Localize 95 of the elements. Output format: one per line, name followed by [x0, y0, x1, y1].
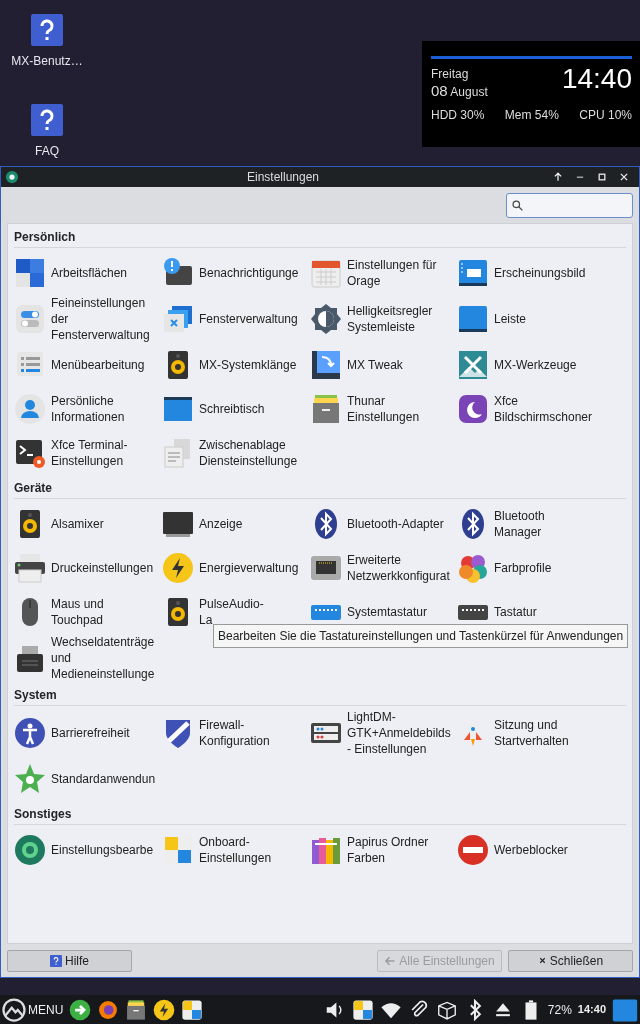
settings-item[interactable]: Papirus Ordner Farben: [310, 828, 457, 872]
settings-item[interactable]: Energieverwaltung: [162, 546, 310, 590]
settings-item[interactable]: Schreibtisch: [162, 387, 310, 431]
date-text: 08: [431, 82, 448, 99]
clock-text: 14:40: [561, 65, 632, 93]
workspace-icon: [14, 257, 46, 289]
mountain-logo-icon[interactable]: [2, 997, 26, 1022]
settings-item[interactable]: Druckeinstellungen: [14, 546, 162, 590]
settings-item[interactable]: Menübearbeitung: [14, 343, 162, 387]
settings-item[interactable]: Leiste: [457, 295, 604, 343]
help-icon: [50, 954, 62, 967]
clock-text[interactable]: 14:40: [577, 1001, 606, 1018]
settings-item[interactable]: Maus und Touchpad: [14, 590, 162, 634]
settings-item[interactable]: Onboard- Einstellungen: [162, 828, 310, 872]
workspace-icon[interactable]: [612, 996, 638, 1023]
settings-item[interactable]: LightDM- GTK+Anmeldebilds - Einstellungen: [310, 709, 457, 757]
settings-item[interactable]: Wechseldatenträge und Medieneinstellunge: [14, 634, 162, 682]
tooltip: Bearbeiten Sie die Tastatureinstellungen und Tastenkürzel für Anwendungen: [213, 624, 629, 648]
terminal-icon: [14, 437, 46, 469]
color-petals-icon: [457, 552, 489, 584]
close-button[interactable]: Schließen: [508, 949, 633, 972]
settings-item[interactable]: Feineinstellungen der Fensterverwaltung: [14, 295, 162, 343]
window-title: Einstellungen: [245, 169, 321, 186]
settings-item[interactable]: Anzeige: [162, 502, 310, 546]
settings-item[interactable]: Benachrichtigunge: [162, 251, 310, 295]
maximize-icon[interactable]: [597, 172, 607, 182]
arrow-left-icon: [384, 954, 397, 967]
accessibility-icon: [14, 717, 46, 749]
film-icon: [310, 349, 342, 381]
settings-item[interactable]: Xfce Bildschirmschoner: [457, 387, 604, 431]
star-icon: [14, 763, 46, 795]
search-icon: [511, 198, 524, 212]
window-icon: [457, 257, 489, 289]
panel-icon: [457, 303, 489, 335]
settings-item[interactable]: Sitzung und Startverhalten: [457, 709, 604, 757]
settings-item[interactable]: Xfce Terminal- Einstellungen: [14, 431, 162, 475]
settings-item[interactable]: Helligkeitsregler Systemleiste: [310, 295, 457, 343]
settings-item[interactable]: Bluetooth Manager: [457, 502, 604, 546]
lightning-icon: [162, 552, 194, 584]
stat-label: Mem: [504, 108, 532, 122]
close-icon: [537, 956, 547, 965]
settings-item[interactable]: Bluetooth-Adapter: [310, 502, 457, 546]
update-icon[interactable]: [69, 998, 92, 1021]
brightness-icon: [310, 303, 342, 335]
help-icon: [31, 14, 63, 46]
settings-item[interactable]: Arbeitsflächen: [14, 251, 162, 295]
toggle-icon: [14, 303, 46, 335]
section-heading: System: [14, 684, 626, 706]
settings-item[interactable]: MX-Werkzeuge: [457, 343, 604, 387]
help-button[interactable]: Hilfe: [7, 949, 132, 972]
drawer-icon: [310, 393, 342, 425]
lightning-icon[interactable]: [153, 998, 176, 1021]
section-heading: Persönlich: [14, 226, 626, 248]
settings-item[interactable]: Zwischenablage Diensteinstellunge: [162, 431, 310, 475]
settings-item[interactable]: Firewall- Konfiguration: [162, 709, 310, 757]
section-heading: Geräte: [14, 477, 626, 499]
settings-item[interactable]: Farbprofile: [457, 546, 604, 590]
settings-item[interactable]: Fensterverwaltung: [162, 295, 310, 343]
windows-icon: [162, 303, 194, 335]
moon-icon: [457, 393, 489, 425]
stat-value: 30%: [460, 108, 485, 122]
user-icon: [14, 393, 46, 425]
help-icon: [31, 104, 63, 136]
settings-item[interactable]: Einstellungen für Orage: [310, 251, 457, 295]
tools-icon: [457, 349, 489, 381]
battery-percent: 72%: [547, 1001, 572, 1019]
settings-item[interactable]: Standardanwendun: [14, 757, 162, 801]
settings-item[interactable]: Alsamixer: [14, 502, 162, 546]
settings-item[interactable]: Werbeblocker: [457, 828, 604, 872]
search-field[interactable]: [506, 192, 633, 218]
settings-item[interactable]: Erscheinungsbild: [457, 251, 604, 295]
settings-item[interactable]: MX-Systemklänge: [162, 343, 310, 387]
desktop-icon-label[interactable]: MX-Benutz…: [11, 52, 83, 70]
stat-label: CPU: [579, 108, 605, 122]
drawer-icon[interactable]: [125, 998, 148, 1021]
stat-value: 54%: [534, 108, 559, 122]
no-entry-icon: [457, 834, 489, 866]
settings-item[interactable]: Barrierefreiheit: [14, 709, 162, 757]
maximize-up-icon[interactable]: [553, 172, 563, 182]
printer-icon: [14, 552, 46, 584]
settings-item[interactable]: Thunar Einstellungen: [310, 387, 457, 431]
desktop-icon-label[interactable]: FAQ: [35, 142, 59, 160]
browser-icon[interactable]: [97, 998, 120, 1021]
settings-item[interactable]: MX Tweak: [310, 343, 457, 387]
weekday-text: Freitag: [431, 66, 470, 83]
settings-item[interactable]: Erweiterte Netzwerkkonfigurat: [310, 546, 457, 590]
settings-item[interactable]: Persönliche Informationen: [14, 387, 162, 431]
month-text: August: [450, 85, 488, 99]
stat-label: HDD: [431, 108, 457, 122]
close-icon[interactable]: [619, 172, 629, 182]
stat-value: 10%: [607, 108, 632, 122]
menu-button[interactable]: MENU: [28, 1000, 64, 1019]
section-heading: Sonstiges: [14, 803, 626, 825]
settings-item[interactable]: Einstellungsbearbe: [14, 828, 162, 872]
calendar-icon: [310, 257, 342, 289]
